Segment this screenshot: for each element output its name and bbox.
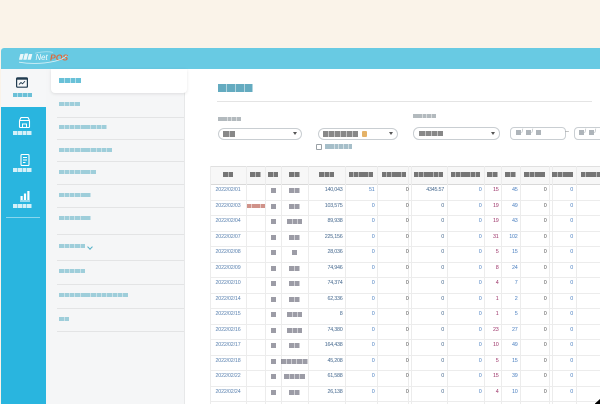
svg-text:POS: POS <box>50 53 68 63</box>
svg-text:Net: Net <box>36 53 49 62</box>
